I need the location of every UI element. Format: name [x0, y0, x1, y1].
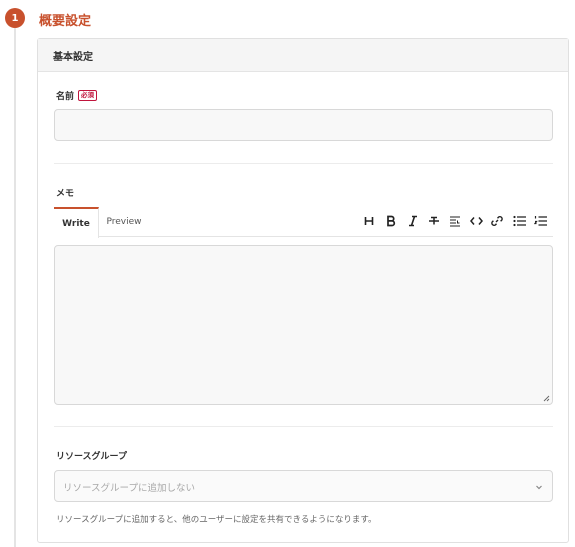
bulleted-list-icon[interactable]	[512, 214, 526, 228]
card-header: 基本設定	[38, 39, 568, 72]
resize-handle-icon[interactable]	[543, 395, 550, 402]
memo-textarea[interactable]	[54, 245, 553, 405]
name-label: 名前	[56, 92, 75, 102]
tab-preview[interactable]: Preview	[100, 207, 148, 237]
resource-group-label: リソースグループ	[56, 452, 128, 462]
heading-icon[interactable]	[362, 214, 376, 228]
resource-group-help-text: リソースグループに追加すると、他のユーザーに設定を共有できるようになります。	[56, 515, 377, 525]
name-label-row: 名前 必須	[56, 89, 98, 102]
memo-label: メモ	[56, 189, 75, 199]
link-icon[interactable]	[490, 214, 504, 228]
basic-settings-card: 基本設定 名前 必須 メモ Write Preview リソースグループ リソー…	[37, 38, 569, 543]
italic-icon[interactable]	[406, 214, 420, 228]
numbered-list-icon[interactable]	[533, 214, 547, 228]
resource-group-selected-value: リソースグループに追加しない	[63, 483, 195, 494]
bold-icon[interactable]	[384, 214, 398, 228]
resource-group-select[interactable]: リソースグループに追加しない	[54, 470, 553, 502]
name-input[interactable]	[54, 109, 553, 141]
required-badge: 必須	[78, 90, 98, 101]
step-title: 概要設定	[39, 14, 92, 29]
quote-icon[interactable]	[448, 214, 462, 228]
tab-write[interactable]: Write	[54, 207, 99, 238]
step-connector-line	[14, 28, 16, 547]
divider	[54, 426, 553, 427]
step-number-badge: 1	[5, 8, 25, 28]
chevron-down-icon	[536, 485, 542, 490]
strikethrough-icon[interactable]	[427, 214, 441, 228]
divider	[54, 163, 553, 164]
code-icon[interactable]	[469, 214, 483, 228]
